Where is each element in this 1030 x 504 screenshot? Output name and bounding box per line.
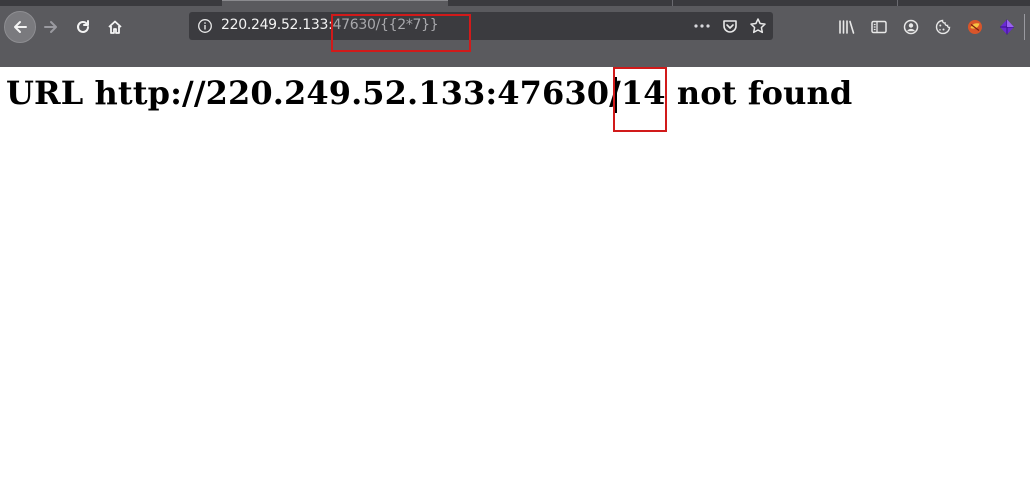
extension-gem-icon [1000, 19, 1014, 35]
forward-arrow-icon [44, 21, 57, 33]
page-title: URL http://220.249.52.133:47630/14 not f… [6, 74, 853, 112]
toolbar-right-group [836, 16, 1028, 38]
extension-icon [968, 20, 982, 34]
url-host: 220.249.52.133: [221, 17, 333, 33]
pocket-icon [723, 20, 737, 33]
navigation-toolbar: 220.249.52.133:47630/{{2*7}} [0, 6, 1030, 46]
sidebar-icon [871, 20, 887, 34]
url-annotation-box [331, 14, 471, 52]
sidebar-button[interactable] [868, 16, 890, 38]
library-button[interactable] [836, 16, 858, 38]
cookie-icon [935, 19, 951, 35]
address-bar[interactable]: 220.249.52.133:47630/{{2*7}} [189, 12, 773, 40]
result-annotation-box [613, 67, 667, 132]
pocket-button[interactable] [719, 15, 741, 37]
back-button[interactable] [4, 11, 36, 43]
extension-gem-button[interactable] [996, 16, 1018, 38]
forward-button[interactable] [37, 13, 65, 41]
home-button[interactable] [101, 13, 129, 41]
account-icon [903, 19, 919, 35]
toolbar-edge [1024, 14, 1025, 40]
extension-button[interactable] [964, 16, 986, 38]
star-icon [750, 18, 766, 34]
ellipsis-icon [694, 24, 710, 28]
reload-button[interactable] [69, 13, 97, 41]
info-icon[interactable] [197, 18, 213, 34]
browser-chrome: 220.249.52.133:47630/{{2*7}} [0, 0, 1030, 67]
library-icon [839, 20, 855, 34]
home-icon [108, 20, 122, 34]
bookmark-button[interactable] [747, 15, 769, 37]
cookie-button[interactable] [932, 16, 954, 38]
account-button[interactable] [900, 16, 922, 38]
reload-icon [77, 20, 89, 33]
page-actions-button[interactable] [691, 15, 713, 37]
back-arrow-icon [14, 21, 27, 33]
page-action-group [691, 15, 769, 37]
toolbar-bottom-band [0, 46, 1030, 67]
